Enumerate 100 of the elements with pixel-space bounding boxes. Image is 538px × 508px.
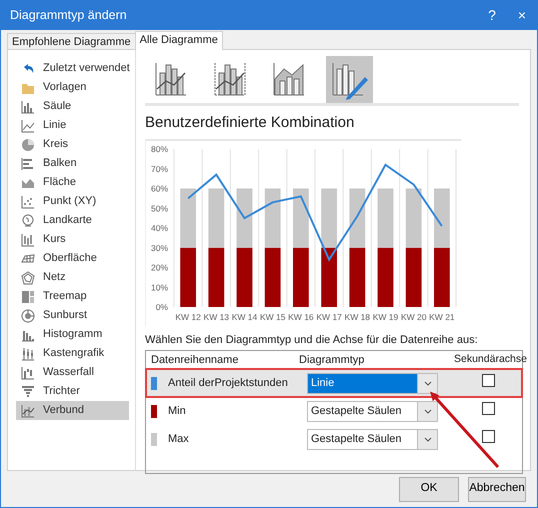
box-plot-icon xyxy=(21,346,35,360)
sidebar-item[interactable]: Sunburst xyxy=(16,306,129,325)
combo-chart-icon xyxy=(21,404,35,418)
axis-tick-label: 80% xyxy=(150,144,168,154)
bar xyxy=(349,247,366,306)
dialog-button[interactable]: Abbrechen xyxy=(468,476,526,502)
sunburst-icon xyxy=(21,308,35,322)
axis-category-label: KW 19 xyxy=(372,312,398,322)
axis-tick-label: 50% xyxy=(150,202,168,213)
caret-icon xyxy=(424,436,432,442)
column-header: Datenreihenname xyxy=(150,352,240,368)
axis-category-label: KW 17 xyxy=(316,312,342,322)
table-row[interactable]: Min Gestapelte Säulen xyxy=(146,397,522,425)
checkbox[interactable] xyxy=(482,374,494,387)
bar xyxy=(293,247,309,306)
close-button[interactable]: × xyxy=(507,5,537,26)
sidebar-item[interactable]: Trichter xyxy=(16,382,129,401)
line-chart-icon xyxy=(21,118,35,132)
axis-tick-label: 60% xyxy=(150,183,168,193)
sidebar-item[interactable]: Säule xyxy=(16,97,129,116)
sidebar-item[interactable]: Zuletzt verwendet xyxy=(16,59,129,78)
sidebar-item[interactable]: Treemap xyxy=(16,287,129,306)
axis-tick-label: 10% xyxy=(150,282,168,292)
series-name: Min xyxy=(168,404,186,419)
series-name: Max xyxy=(168,432,189,447)
sidebar-item[interactable]: Wasserfall xyxy=(16,363,129,382)
bar xyxy=(180,188,196,248)
checkbox[interactable] xyxy=(482,430,494,443)
bar xyxy=(264,247,281,306)
sidebar-item[interactable]: Fläche xyxy=(16,173,129,192)
sidebar-item[interactable]: Vorlagen xyxy=(16,78,129,97)
bar xyxy=(236,188,252,248)
column-header: Diagrammtyp xyxy=(298,352,366,368)
sidebar-item[interactable]: Oberfläche xyxy=(16,249,129,268)
bar xyxy=(180,247,196,306)
sidebar-item[interactable]: Kastengrafik xyxy=(16,344,129,363)
funnel-icon xyxy=(21,384,35,398)
bar xyxy=(349,188,366,248)
waterfall-icon xyxy=(21,366,35,380)
sidebar-item[interactable]: Verbund xyxy=(16,401,129,420)
surface-chart-icon xyxy=(21,252,35,266)
axis-category-label: KW 18 xyxy=(344,312,370,322)
bar xyxy=(406,188,422,248)
axis-tick-label: 20% xyxy=(150,262,168,272)
instruction-text: Wählen Sie den Diagrammtyp und die Achse für die Datenreihe aus: xyxy=(145,332,479,348)
axis-category-label: KW 16 xyxy=(288,312,314,322)
chart-type-dropdown[interactable]: Linie xyxy=(307,372,438,394)
axis-tick-label: 0% xyxy=(156,302,168,312)
caret-icon xyxy=(424,380,432,386)
radar-chart-icon xyxy=(21,270,35,284)
table-row[interactable]: Anteil derProjektstunden Linie xyxy=(146,369,522,397)
window-title: Diagrammtyp ändern xyxy=(10,7,128,24)
pie-chart-icon xyxy=(21,138,35,152)
help-button[interactable]: ? xyxy=(477,5,507,26)
checkbox[interactable] xyxy=(482,402,494,415)
bar xyxy=(208,247,224,306)
sidebar-item[interactable]: Linie xyxy=(16,116,129,135)
axis-category-label: KW 21 xyxy=(429,312,455,322)
bar xyxy=(434,247,450,306)
axis-tick-label: 30% xyxy=(150,242,168,252)
bar-chart-icon xyxy=(21,156,35,170)
tab[interactable]: Empfohlene Diagramme xyxy=(7,33,136,49)
axis-category-label: KW 14 xyxy=(232,312,258,322)
bar xyxy=(406,247,422,306)
column-header: Sekundärachse xyxy=(454,352,527,368)
bar xyxy=(434,188,450,248)
axis-tick-label: 40% xyxy=(150,222,168,232)
table-row[interactable]: Max Gestapelte Säulen xyxy=(146,425,522,453)
sidebar-item[interactable]: Kurs xyxy=(16,230,129,249)
treemap-icon xyxy=(21,290,35,304)
axis-category-label: KW 12 xyxy=(175,312,201,322)
axis-category-label: KW 13 xyxy=(204,312,230,322)
chart-subtype-button[interactable] xyxy=(326,56,373,103)
globe-icon xyxy=(21,214,35,228)
sidebar-item[interactable]: Balken xyxy=(16,154,129,173)
sidebar-item[interactable]: Punkt (XY) xyxy=(16,192,129,211)
sidebar-item[interactable]: Netz xyxy=(16,268,129,287)
scatter-chart-icon xyxy=(21,194,35,208)
tab[interactable]: Alle Diagramme xyxy=(134,31,223,50)
dialog-button[interactable]: OK xyxy=(399,476,459,502)
axis-category-label: KW 15 xyxy=(260,312,286,322)
column-chart-icon xyxy=(21,100,35,114)
bar xyxy=(264,188,281,248)
bar xyxy=(293,188,309,248)
bar xyxy=(321,188,337,248)
series-name: Anteil derProjektstunden xyxy=(168,376,288,391)
sidebar-item[interactable]: Landkarte xyxy=(16,211,129,230)
sidebar-item[interactable]: Kreis xyxy=(16,135,129,154)
chart-type-dropdown[interactable]: Gestapelte Säulen xyxy=(307,428,438,450)
bar xyxy=(378,247,394,306)
stock-chart-icon xyxy=(21,232,35,246)
bar xyxy=(208,188,224,248)
section-heading: Benutzerdefinierte Kombination xyxy=(145,113,356,133)
bar xyxy=(378,188,394,248)
axis-category-label: KW 20 xyxy=(400,312,426,322)
sidebar-item[interactable]: Histogramm xyxy=(16,325,129,344)
axis-tick-label: 70% xyxy=(150,163,168,174)
bar xyxy=(236,247,252,306)
chart-type-dropdown[interactable]: Gestapelte Säulen xyxy=(307,400,438,422)
caret-icon xyxy=(424,408,432,414)
